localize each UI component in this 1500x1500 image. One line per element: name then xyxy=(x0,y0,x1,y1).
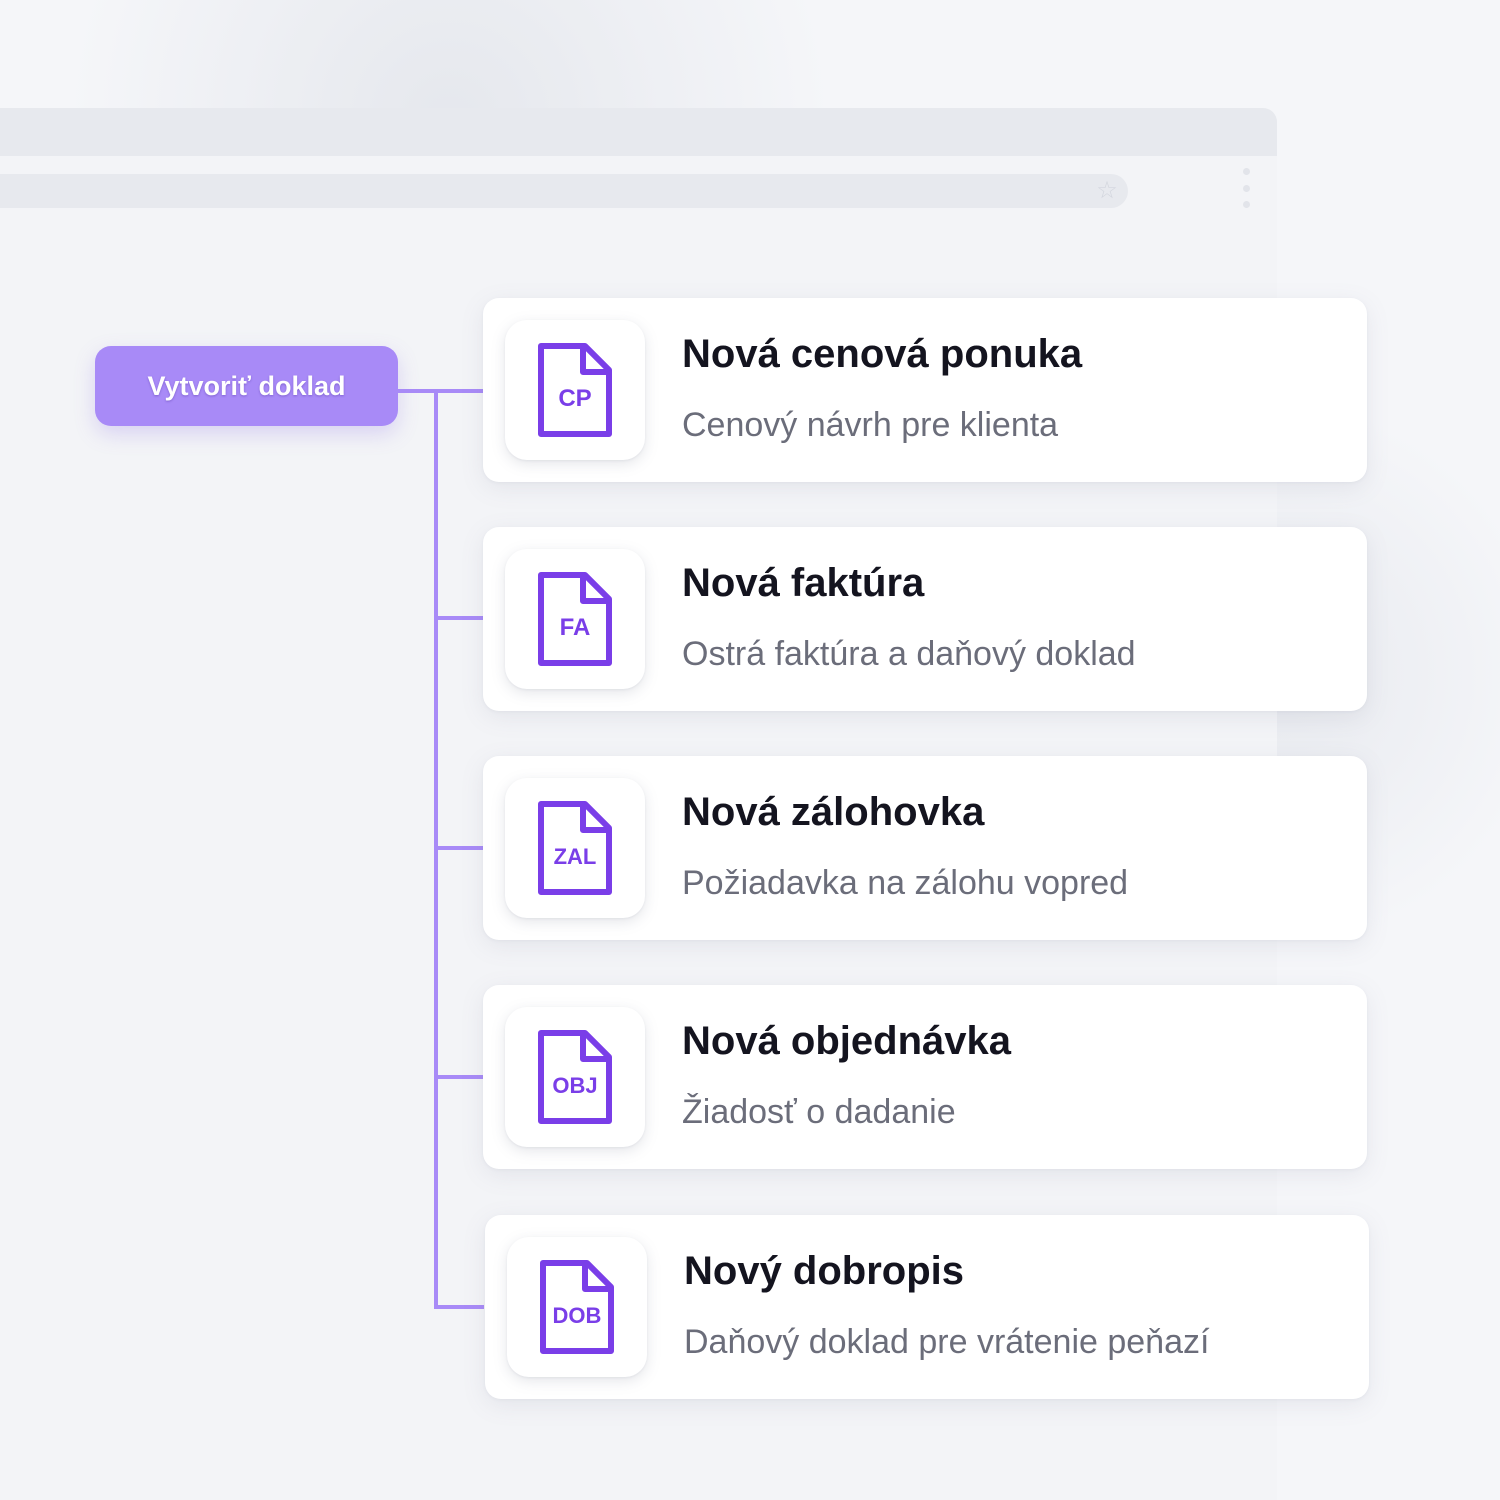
document-badge: FA xyxy=(560,614,591,641)
document-subtitle: Daňový doklad pre vrátenie peňazí xyxy=(684,1323,1210,1361)
document-icon: OBJ xyxy=(538,1030,612,1124)
document-subtitle: Požiadavka na zálohu vopred xyxy=(682,864,1129,902)
document-icon: DOB xyxy=(540,1260,614,1354)
document-option-advance[interactable]: ZAL Nová zálohovka Požiadavka na zálohu … xyxy=(483,756,1367,940)
connector-branch xyxy=(434,616,484,620)
document-subtitle: Žiadosť o dadanie xyxy=(682,1093,956,1131)
connector-branch xyxy=(434,846,484,850)
document-subtitle: Ostrá faktúra a daňový doklad xyxy=(682,635,1136,673)
star-icon[interactable]: ☆ xyxy=(1094,176,1120,204)
document-icon: CP xyxy=(538,343,612,437)
create-document-button[interactable]: Vytvoriť doklad xyxy=(95,346,398,426)
connector-line xyxy=(398,389,484,393)
document-icon-tile: OBJ xyxy=(505,1007,645,1147)
document-icon-tile: FA xyxy=(505,549,645,689)
document-option-credit-note[interactable]: DOB Nový dobropis Daňový doklad pre vrát… xyxy=(485,1215,1369,1399)
document-title: Nová faktúra xyxy=(682,561,925,605)
document-title: Nová zálohovka xyxy=(682,790,985,834)
document-option-quote[interactable]: CP Nová cenová ponuka Cenový návrh pre k… xyxy=(483,298,1367,482)
document-title: Nový dobropis xyxy=(684,1249,965,1293)
document-icon-tile: ZAL xyxy=(505,778,645,918)
document-subtitle: Cenový návrh pre klienta xyxy=(682,406,1059,444)
address-bar[interactable] xyxy=(0,174,1128,208)
document-title: Nová cenová ponuka xyxy=(682,332,1083,376)
document-badge: DOB xyxy=(553,1303,602,1328)
document-badge: ZAL xyxy=(554,844,597,869)
connector-branch xyxy=(434,1075,484,1079)
document-option-invoice[interactable]: FA Nová faktúra Ostrá faktúra a daňový d… xyxy=(483,527,1367,711)
document-badge: OBJ xyxy=(552,1073,597,1098)
document-badge: CP xyxy=(558,385,591,412)
document-icon: FA xyxy=(538,572,612,666)
document-option-order[interactable]: OBJ Nová objednávka Žiadosť o dadanie xyxy=(483,985,1367,1169)
kebab-menu-icon[interactable] xyxy=(1241,168,1251,208)
connector-branch xyxy=(434,1305,484,1309)
document-icon-tile: DOB xyxy=(507,1237,647,1377)
document-title: Nová objednávka xyxy=(682,1019,1012,1063)
document-icon-tile: CP xyxy=(505,320,645,460)
document-icon: ZAL xyxy=(538,801,612,895)
